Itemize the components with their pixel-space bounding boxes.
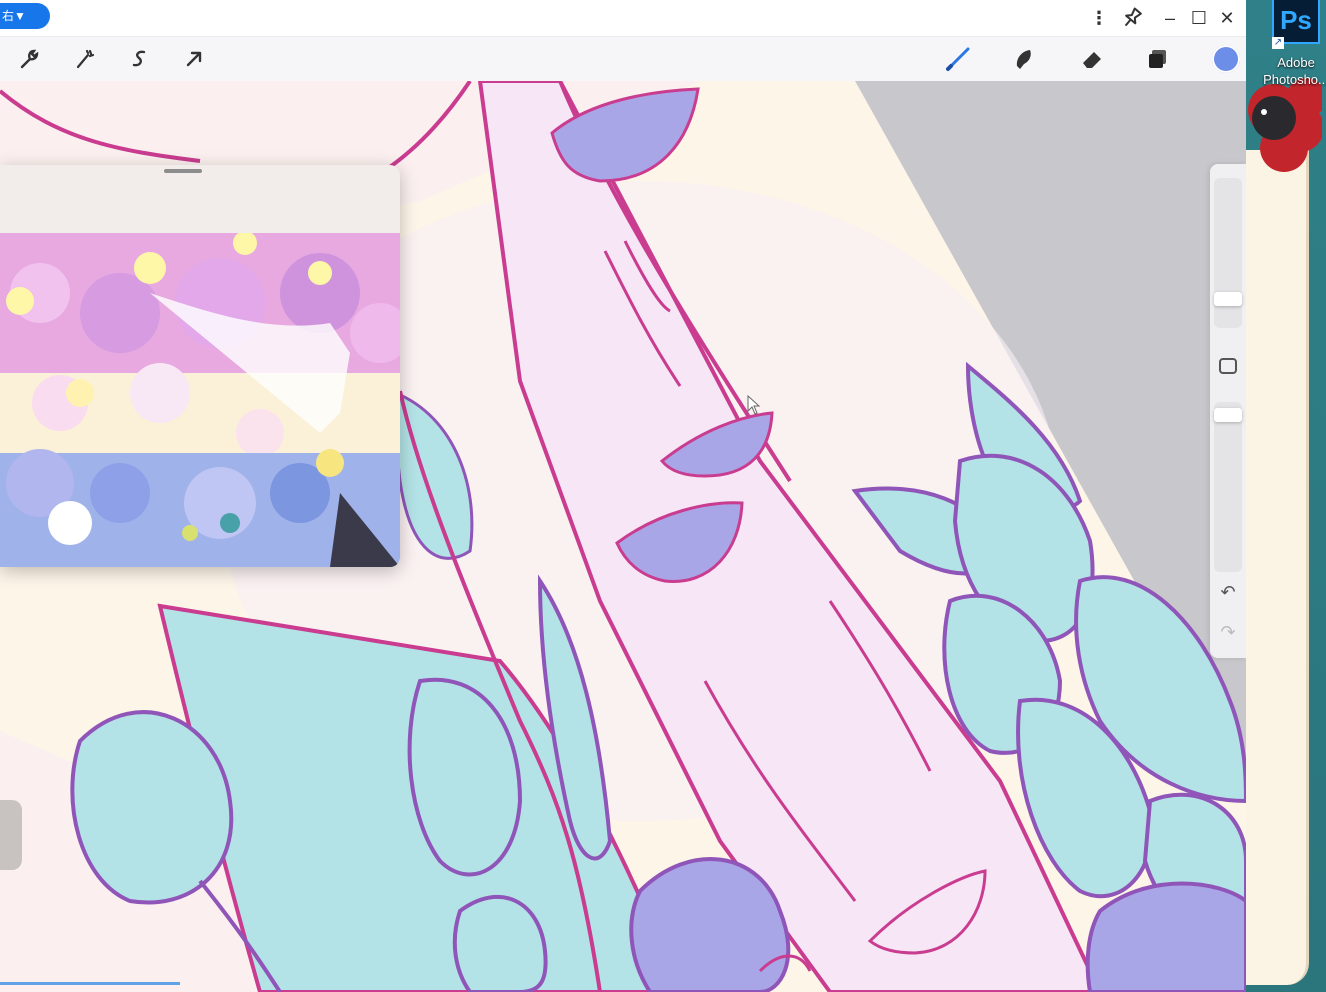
reference-image — [0, 233, 400, 567]
procreate-toolbar — [0, 37, 1246, 81]
color-picker-button[interactable] — [1212, 45, 1240, 73]
reference-window[interactable] — [0, 165, 400, 567]
progress-line — [0, 982, 180, 985]
selection-icon[interactable] — [124, 43, 156, 75]
close-icon[interactable]: ✕ — [1213, 4, 1241, 32]
opacity-slider[interactable] — [1214, 402, 1242, 572]
app-window: ↶ ↷ 右▼ ⋮ – ☐ ✕ — [0, 0, 1246, 992]
brush-size-thumb[interactable] — [1214, 292, 1242, 306]
shortcut-label: Adobe Photosho... — [1263, 55, 1326, 87]
modify-square-button[interactable] — [1219, 358, 1237, 374]
brush-sidebar: ↶ ↷ — [1210, 164, 1246, 658]
brush-icon[interactable] — [942, 43, 974, 75]
wrench-icon[interactable] — [12, 43, 44, 75]
transform-arrow-icon[interactable] — [178, 43, 210, 75]
photoshop-shortcut[interactable]: Ps ↗ Adobe Photosho... — [1256, 0, 1326, 96]
reference-drag-handle[interactable] — [164, 169, 202, 173]
pin-icon[interactable] — [1118, 4, 1146, 32]
eraser-icon[interactable] — [1076, 43, 1108, 75]
redo-icon[interactable]: ↷ — [1210, 622, 1246, 643]
mouse-cursor-icon — [747, 395, 761, 415]
undo-icon[interactable]: ↶ — [1210, 582, 1246, 603]
background-window-edge — [1246, 150, 1309, 985]
smudge-icon[interactable] — [1008, 43, 1040, 75]
maximize-icon[interactable]: ☐ — [1185, 4, 1213, 32]
side-gesture-handle[interactable] — [0, 800, 22, 870]
window-titlebar: 右▼ ⋮ – ☐ ✕ — [0, 0, 1246, 37]
shortcut-arrow-icon: ↗ — [1272, 37, 1284, 49]
more-menu-icon[interactable]: ⋮ — [1085, 4, 1113, 32]
magic-wand-icon[interactable] — [68, 43, 100, 75]
screen: Ps ↗ Adobe Photosho... ↶ ↷ 右▼ ⋮ – ☐ ✕ — [0, 0, 1326, 992]
minimize-icon[interactable]: – — [1156, 4, 1184, 32]
mode-badge[interactable]: 右▼ — [0, 3, 50, 29]
opacity-thumb[interactable] — [1214, 408, 1242, 422]
layers-icon[interactable] — [1142, 43, 1174, 75]
